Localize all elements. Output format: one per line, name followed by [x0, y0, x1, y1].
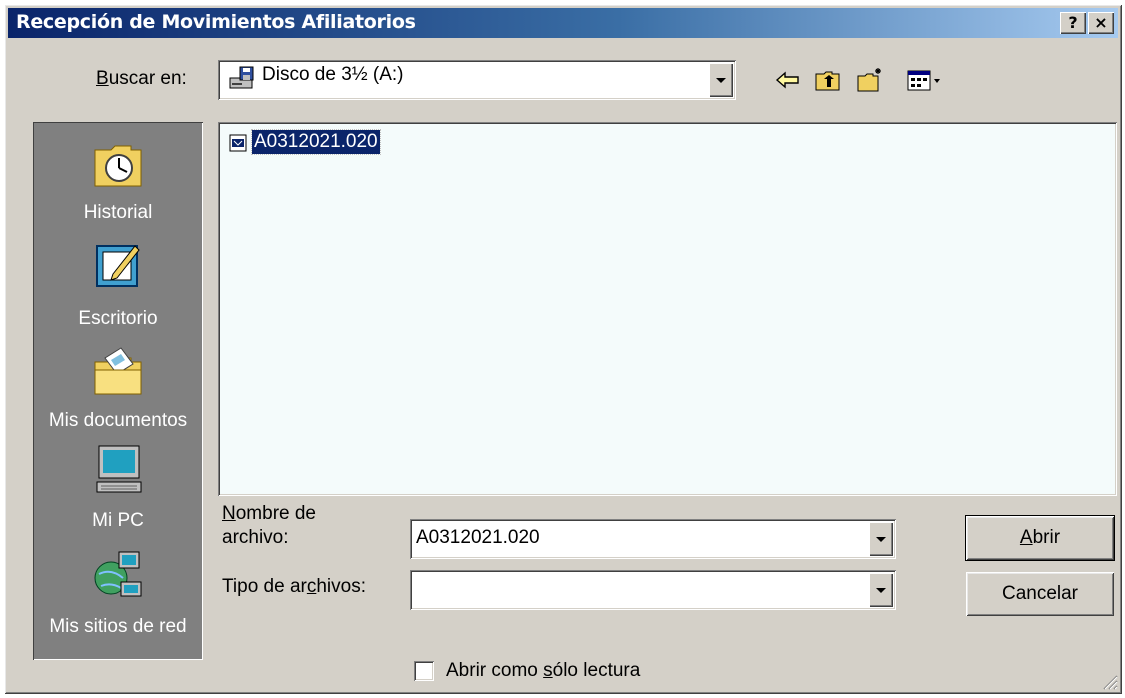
- new-folder-button[interactable]: [856, 66, 884, 94]
- place-mis-sitios-de-red[interactable]: Mis sitios de red: [33, 548, 203, 658]
- filetype-label: Tipo de archivos:: [222, 576, 366, 597]
- title-bar[interactable]: Recepción de Movimientos Afiliatorios ? …: [8, 8, 1118, 38]
- filename-input[interactable]: A0312021.020: [416, 527, 540, 549]
- place-historial[interactable]: Historial: [33, 136, 203, 236]
- place-escritorio[interactable]: Escritorio: [33, 238, 203, 338]
- filetype-combobox[interactable]: [410, 570, 896, 610]
- places-bar: Historial Escritorio Mis documentos Mi P…: [33, 122, 203, 660]
- back-button[interactable]: [774, 66, 802, 94]
- place-label: Mis documentos: [48, 410, 188, 431]
- look-in-label: Buscar en:: [96, 68, 187, 89]
- my-computer-icon: [96, 445, 142, 493]
- place-label: Mi PC: [92, 510, 144, 531]
- open-file-dialog: Recepción de Movimientos Afiliatorios ? …: [4, 4, 1122, 694]
- filename-combobox[interactable]: A0312021.020: [410, 519, 896, 559]
- place-mi-pc[interactable]: Mi PC: [33, 444, 203, 544]
- file-icon: [228, 133, 248, 158]
- close-button[interactable]: ×: [1088, 12, 1114, 34]
- view-menu-button[interactable]: [906, 66, 946, 94]
- new-folder-icon: [857, 68, 881, 92]
- place-label: Escritorio: [78, 308, 158, 329]
- my-documents-icon: [94, 347, 142, 395]
- network-places-icon: [94, 551, 142, 597]
- desktop-icon: [96, 245, 140, 287]
- look-in-dropdown-button[interactable]: [709, 63, 733, 97]
- floppy-drive-icon: [228, 66, 256, 97]
- help-button[interactable]: ?: [1060, 12, 1086, 34]
- filename-dropdown-button[interactable]: [869, 522, 893, 556]
- place-mis-documentos[interactable]: Mis documentos: [33, 344, 203, 444]
- file-list[interactable]: A0312021.020: [218, 122, 1117, 496]
- file-name: A0312021.020: [251, 129, 381, 155]
- place-label: Historial: [83, 202, 153, 223]
- resize-grip[interactable]: [1100, 672, 1118, 690]
- up-one-level-button[interactable]: [814, 66, 842, 94]
- open-button[interactable]: Abrir: [965, 515, 1115, 561]
- folder-up-icon: [815, 71, 840, 91]
- history-icon: [94, 145, 142, 187]
- back-arrow-icon: [775, 71, 799, 89]
- cancel-button[interactable]: Cancelar: [966, 572, 1114, 616]
- window-title: Recepción de Movimientos Afiliatorios: [16, 11, 416, 33]
- readonly-checkbox[interactable]: [414, 661, 434, 681]
- look-in-combobox[interactable]: Disco de 3½ (A:): [218, 60, 736, 100]
- look-in-value: Disco de 3½ (A:): [262, 64, 404, 85]
- filetype-dropdown-button[interactable]: [869, 573, 893, 607]
- readonly-label: Abrir como sólo lectura: [446, 660, 641, 681]
- place-label: Mis sitios de red: [49, 616, 187, 637]
- filename-label: Nombre de archivo:: [222, 503, 317, 548]
- view-menu-icon: [907, 70, 940, 91]
